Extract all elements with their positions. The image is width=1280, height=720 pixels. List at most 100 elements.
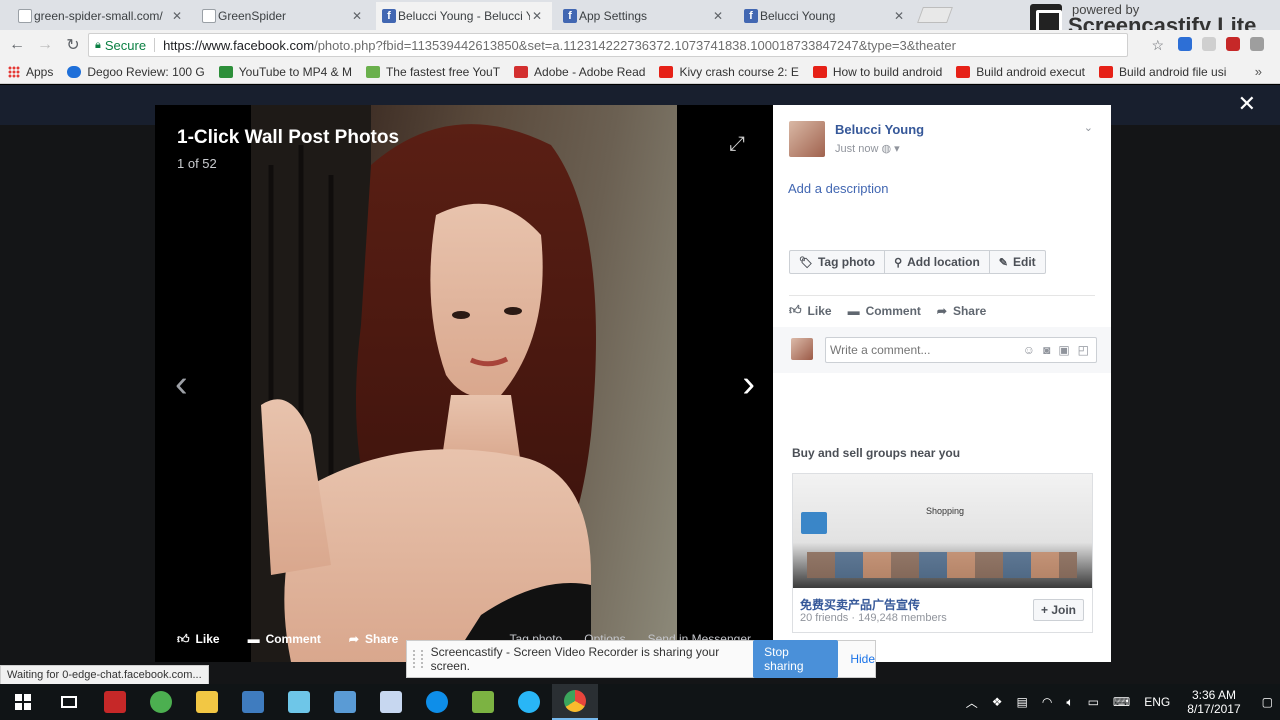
bookmark-star-icon[interactable]: ☆ bbox=[1151, 37, 1164, 54]
comment-bubble-icon: ▬ bbox=[847, 303, 860, 318]
keyboard-icon[interactable]: ⌨ bbox=[1113, 695, 1130, 709]
taskbar-app-4[interactable] bbox=[230, 684, 276, 720]
close-tab-icon[interactable]: ✕ bbox=[350, 9, 364, 23]
reload-icon[interactable]: ↻ bbox=[62, 35, 84, 55]
close-tab-icon[interactable]: ✕ bbox=[530, 9, 544, 23]
new-tab-button[interactable] bbox=[917, 7, 953, 23]
gif-icon[interactable]: ▣ bbox=[1058, 343, 1069, 357]
taskbar-app-3[interactable] bbox=[184, 684, 230, 720]
share-button[interactable]: ➦ Share bbox=[937, 303, 986, 318]
tab-green-spider-small[interactable]: green-spider-small.com/ ✕ bbox=[12, 2, 192, 30]
download-arrow-icon bbox=[365, 65, 380, 78]
add-location-button[interactable]: ⚲ Add location bbox=[885, 251, 990, 273]
flashget-icon bbox=[104, 691, 126, 713]
post-options-chevron-icon[interactable]: ⌄ bbox=[1084, 121, 1093, 134]
comment-button[interactable]: ▬ Comment bbox=[848, 303, 921, 318]
stop-sharing-button[interactable]: Stop sharing bbox=[753, 640, 839, 678]
close-tab-icon[interactable]: ✕ bbox=[170, 9, 184, 23]
camera-icon[interactable]: ◙ bbox=[1043, 343, 1050, 357]
taskbar-app-10[interactable] bbox=[506, 684, 552, 720]
fullscreen-expand-icon[interactable]: ⤢ bbox=[729, 133, 745, 156]
previous-photo-chevron-icon[interactable]: ‹ bbox=[175, 363, 188, 406]
bookmarks-bar: Apps Degoo Review: 100 G YouTube to MP4 … bbox=[0, 60, 1280, 84]
back-arrow-icon[interactable]: ← bbox=[6, 36, 28, 54]
volume-icon[interactable]: 🔈︎ bbox=[1066, 695, 1073, 710]
task-view-icon bbox=[61, 696, 77, 708]
python-idle-icon bbox=[242, 691, 264, 713]
wifi-icon[interactable]: ◠ bbox=[1042, 695, 1052, 709]
group-cover-image[interactable]: Shopping bbox=[793, 474, 1092, 588]
photo-share-label: Share bbox=[364, 632, 399, 646]
facebook-favicon-icon: f bbox=[563, 9, 577, 23]
photo-share-button[interactable]: ➦ Share bbox=[349, 632, 398, 646]
close-tab-icon[interactable]: ✕ bbox=[711, 9, 725, 23]
photo-sidebar: Belucci Young Just now ◍ ▾ ⌄ Add a descr… bbox=[773, 105, 1111, 662]
extension-menu-icon[interactable] bbox=[1250, 37, 1264, 51]
poster-name-link[interactable]: Belucci Young bbox=[835, 122, 924, 137]
group-suggestion-card[interactable]: Shopping 免费买卖产品广告宣传 20 friends · 149,248… bbox=[792, 473, 1093, 633]
close-theater-icon[interactable]: ✕ bbox=[1238, 91, 1256, 117]
taskbar-chrome[interactable] bbox=[552, 684, 598, 720]
bookmarks-overflow-icon[interactable]: » bbox=[1255, 64, 1262, 79]
groups-heading: Buy and sell groups near you bbox=[792, 446, 961, 460]
edit-button[interactable]: ✎ Edit bbox=[990, 251, 1045, 273]
emoji-icon[interactable]: ☺ bbox=[1023, 343, 1035, 357]
bookmark-youtube-mp4[interactable]: YouTube to MP4 & M bbox=[218, 65, 352, 79]
taskbar-app-2[interactable] bbox=[138, 684, 184, 720]
comment-bubble-icon: ▬ bbox=[247, 632, 260, 646]
task-view-button[interactable] bbox=[46, 684, 92, 720]
taskbar-app-7[interactable] bbox=[368, 684, 414, 720]
bookmark-adobe[interactable]: Adobe - Adobe Read bbox=[514, 65, 645, 79]
taskbar-app-5[interactable] bbox=[276, 684, 322, 720]
photo-like-button[interactable]: 👍︎ Like bbox=[177, 632, 220, 647]
adobe-icon bbox=[514, 65, 529, 78]
taskbar-app-6[interactable] bbox=[322, 684, 368, 720]
message-icon[interactable]: ▭ bbox=[1088, 695, 1099, 709]
extension-red-icon[interactable] bbox=[1226, 37, 1240, 51]
address-bar[interactable]: 🔒︎ Secure https://www.facebook.com/photo… bbox=[88, 33, 1128, 57]
hide-link[interactable]: Hide bbox=[850, 652, 875, 666]
network-icon[interactable]: ▤ bbox=[1017, 695, 1028, 709]
photo-image[interactable] bbox=[251, 105, 677, 662]
clock[interactable]: 3:36 AM 8/17/2017 bbox=[1187, 688, 1240, 716]
extension-badge-icon[interactable] bbox=[1178, 37, 1192, 51]
taskbar-app-8[interactable] bbox=[414, 684, 460, 720]
location-pin-icon: ⚲ bbox=[894, 256, 903, 269]
dropbox-icon[interactable]: ❖ bbox=[992, 695, 1003, 709]
omnibox-divider bbox=[154, 38, 156, 52]
extension-gray-icon[interactable] bbox=[1202, 37, 1216, 51]
forward-arrow-icon[interactable]: → bbox=[34, 36, 56, 54]
language-indicator[interactable]: ENG bbox=[1144, 695, 1170, 709]
action-center-icon[interactable]: ▢ bbox=[1262, 695, 1273, 709]
bookmark-label: Build android execut bbox=[976, 64, 1085, 79]
taskbar-app-9[interactable] bbox=[460, 684, 506, 720]
tray-overflow-chevron-icon[interactable]: ︿ bbox=[966, 694, 978, 711]
bookmark-degoo[interactable]: Degoo Review: 100 G bbox=[67, 65, 205, 79]
start-button[interactable] bbox=[0, 684, 46, 720]
audience-globe-icon[interactable]: ◍ ▾ bbox=[881, 143, 899, 155]
tab-greenspider[interactable]: GreenSpider ✕ bbox=[196, 2, 372, 30]
photo-comment-button[interactable]: ▬ Comment bbox=[248, 632, 321, 646]
tab-title: App Settings bbox=[579, 9, 648, 23]
sticker-icon[interactable]: ◰ bbox=[1078, 343, 1089, 357]
tab-belucci-photo[interactable]: f Belucci Young - Belucci Y ✕ bbox=[376, 2, 552, 30]
like-button[interactable]: 👍︎ Like bbox=[789, 303, 832, 318]
tab-belucci-young[interactable]: f Belucci Young ✕ bbox=[738, 2, 914, 30]
bookmark-build-executable[interactable]: Build android execut bbox=[956, 65, 1085, 79]
bookmark-fastest-free[interactable]: The fastest free YouT bbox=[365, 65, 500, 79]
youtube-icon bbox=[812, 65, 827, 78]
bookmark-apps[interactable]: Apps bbox=[8, 65, 53, 79]
bookmark-kivy[interactable]: Kivy crash course 2: E bbox=[659, 65, 799, 79]
close-tab-icon[interactable]: ✕ bbox=[892, 9, 906, 23]
join-group-button[interactable]: + Join bbox=[1032, 599, 1084, 621]
tag-photo-button[interactable]: 🏷︎ Tag photo bbox=[790, 251, 886, 273]
drag-handle-icon[interactable] bbox=[413, 650, 423, 668]
tab-app-settings[interactable]: f App Settings ✕ bbox=[557, 2, 733, 30]
bookmark-build-file[interactable]: Build android file usi bbox=[1099, 65, 1226, 79]
taskbar-app-1[interactable] bbox=[92, 684, 138, 720]
bookmark-build-android[interactable]: How to build android bbox=[812, 65, 942, 79]
avatar[interactable] bbox=[789, 121, 825, 157]
next-photo-chevron-icon[interactable]: › bbox=[742, 363, 755, 406]
group-name-link[interactable]: 免费买卖产品广告宣传 bbox=[800, 596, 920, 613]
add-description-link[interactable]: Add a description bbox=[788, 181, 888, 196]
